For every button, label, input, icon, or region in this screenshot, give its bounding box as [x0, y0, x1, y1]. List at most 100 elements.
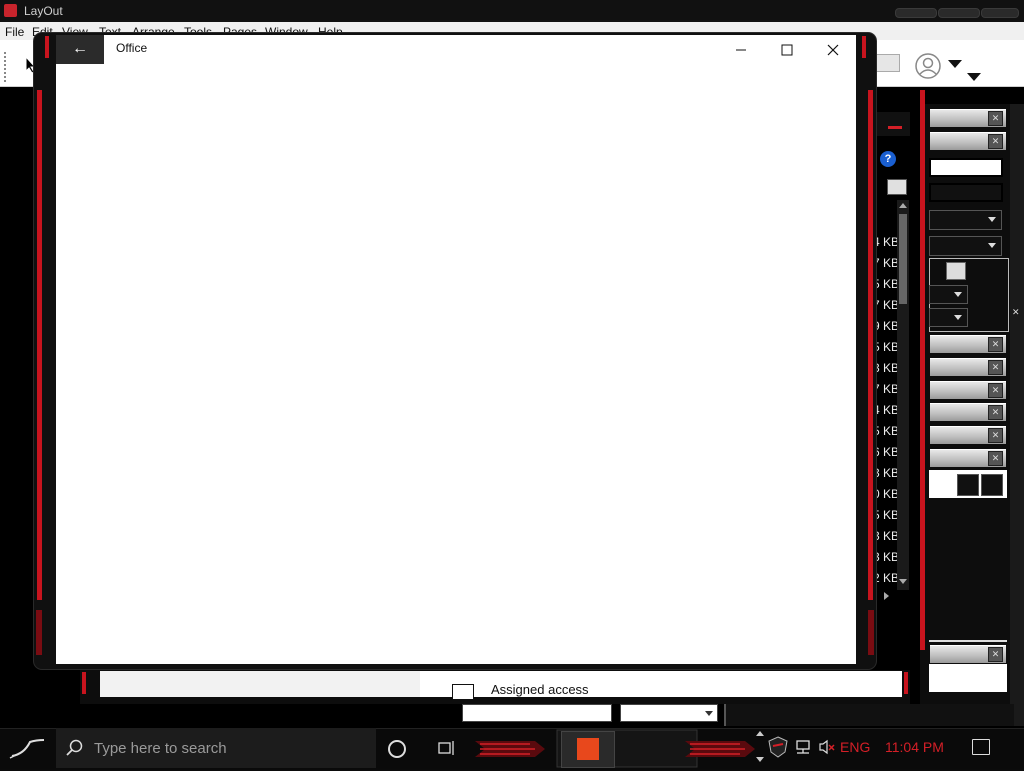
action-center-icon[interactable]	[972, 739, 990, 755]
toolbar-grip	[4, 52, 7, 82]
file-size: 7 KB	[873, 298, 900, 312]
panel-close-icon[interactable]: ✕	[988, 337, 1003, 352]
panel-dropdown[interactable]	[929, 236, 1002, 256]
panel-close-icon[interactable]: ✕	[988, 647, 1003, 662]
grid-view-icon[interactable]	[981, 474, 1003, 496]
close-button[interactable]	[810, 35, 856, 64]
panel-dropdown[interactable]	[929, 210, 1002, 230]
tray-scroll-down-icon[interactable]	[756, 757, 764, 762]
assigned-access-icon[interactable]	[452, 684, 474, 700]
panel-close-icon[interactable]: ✕	[988, 111, 1003, 126]
rog-shield-icon[interactable]	[768, 736, 788, 758]
rog-start-icon	[9, 739, 45, 759]
layout-minimize-button[interactable]	[895, 8, 937, 18]
panel-close-icon[interactable]: ✕	[988, 383, 1003, 398]
maximize-button[interactable]	[764, 35, 810, 64]
layout-maximize-button[interactable]	[938, 8, 980, 18]
cortana-icon[interactable]	[388, 740, 406, 758]
tray-panel-header[interactable]: ✕	[930, 645, 1006, 663]
tray-panel-header[interactable]: ✕	[930, 109, 1006, 127]
volume-muted-icon[interactable]	[818, 739, 836, 755]
file-size: 5 KB	[873, 424, 900, 438]
tray-panel-header[interactable]: ✕	[930, 426, 1006, 444]
panel-close-icon[interactable]: ✕	[988, 428, 1003, 443]
frame-accent	[862, 36, 866, 58]
tray-panel-header[interactable]: ✕	[930, 132, 1006, 150]
frame-accent	[45, 36, 49, 58]
settings-dropdown[interactable]	[620, 704, 718, 722]
close-icon	[827, 44, 839, 56]
frame-accent-far-right	[920, 90, 925, 650]
clock[interactable]: 11:04 PM	[885, 739, 944, 755]
frame-accent-right	[868, 90, 873, 600]
tray-panel-header[interactable]: ✕	[930, 381, 1006, 399]
tray-scrollbar[interactable]	[1010, 104, 1024, 726]
scrollbar-thumb[interactable]	[899, 214, 907, 304]
back-button[interactable]: ←	[56, 35, 104, 64]
scroll-down-icon[interactable]	[899, 579, 907, 584]
frame-accent	[36, 610, 42, 655]
language-indicator[interactable]: ENG	[840, 739, 870, 755]
panel-input[interactable]	[929, 183, 1003, 202]
chevron-down-icon	[954, 292, 962, 297]
panel-close-icon[interactable]: ✕	[988, 134, 1003, 149]
lock-icon[interactable]	[946, 262, 966, 280]
panel-close-icon[interactable]: ✕	[988, 451, 1003, 466]
tray-resize-icon[interactable]: ✕	[1012, 307, 1020, 317]
chevron-down-icon	[988, 243, 996, 248]
layout-logo-icon	[4, 4, 17, 17]
account-dropdown-icon[interactable]	[948, 60, 962, 68]
search-placeholder[interactable]: Type here to search	[94, 740, 227, 757]
minimize-icon	[736, 49, 746, 51]
scroll-up-icon[interactable]	[899, 203, 907, 208]
thumbnail-view-icon[interactable]	[887, 179, 907, 195]
file-size: 2 KB	[873, 571, 900, 585]
frame-accent	[868, 610, 874, 655]
menu-file[interactable]: File	[5, 25, 24, 39]
layout-close-button[interactable]	[981, 8, 1019, 18]
scroll-right-icon[interactable]	[884, 592, 889, 600]
panel-dropdown[interactable]	[929, 285, 968, 304]
file-size: 4 KB	[873, 403, 900, 417]
file-size: 6 KB	[873, 445, 900, 459]
layout-title-bar: LayOut	[0, 0, 1024, 22]
file-size: 3 KB	[873, 529, 900, 543]
minimize-bar-icon[interactable]	[888, 126, 902, 129]
panel-input[interactable]	[929, 158, 1003, 177]
panel-close-icon[interactable]: ✕	[988, 360, 1003, 375]
office-taskbar-button[interactable]	[561, 731, 615, 768]
document-icon[interactable]	[876, 54, 900, 72]
tray-panel-header[interactable]: ✕	[930, 403, 1006, 421]
settings-field[interactable]	[462, 704, 612, 722]
tray-panel-header[interactable]: ✕	[930, 449, 1006, 467]
file-size: 5 KB	[873, 340, 900, 354]
office-window-title: Office	[116, 41, 148, 55]
office-window-body	[56, 35, 856, 664]
chevron-down-icon	[954, 315, 962, 320]
assigned-access-label[interactable]: Assigned access	[491, 682, 589, 697]
network-icon[interactable]	[794, 739, 812, 755]
file-size: 4 KB	[873, 235, 900, 249]
tray-panel-header[interactable]: ✕	[930, 358, 1006, 376]
settings-nav	[100, 671, 420, 697]
frame-accent	[904, 672, 908, 694]
start-button[interactable]	[0, 728, 56, 768]
file-size: 3 KB	[873, 550, 900, 564]
file-size: 3 KB	[873, 361, 900, 375]
panel-dropdown[interactable]	[929, 308, 968, 327]
show-hidden-icons-icon[interactable]	[756, 731, 764, 736]
list-view-icon[interactable]	[957, 474, 979, 496]
tray-panel-header[interactable]: ✕	[930, 335, 1006, 353]
panel-close-icon[interactable]: ✕	[988, 405, 1003, 420]
chevron-down-icon	[988, 217, 996, 222]
rog-taskbar-decoration	[475, 729, 755, 768]
search-icon	[66, 739, 83, 756]
task-view-icon[interactable]	[438, 740, 454, 756]
minimize-button[interactable]	[718, 35, 764, 64]
user-account-icon[interactable]	[914, 52, 942, 80]
toolbar-overflow-icon[interactable]	[967, 73, 981, 81]
chevron-down-icon	[705, 711, 713, 716]
minimize-strip	[876, 112, 910, 136]
help-icon[interactable]: ?	[880, 151, 896, 167]
status-area	[724, 704, 1014, 726]
